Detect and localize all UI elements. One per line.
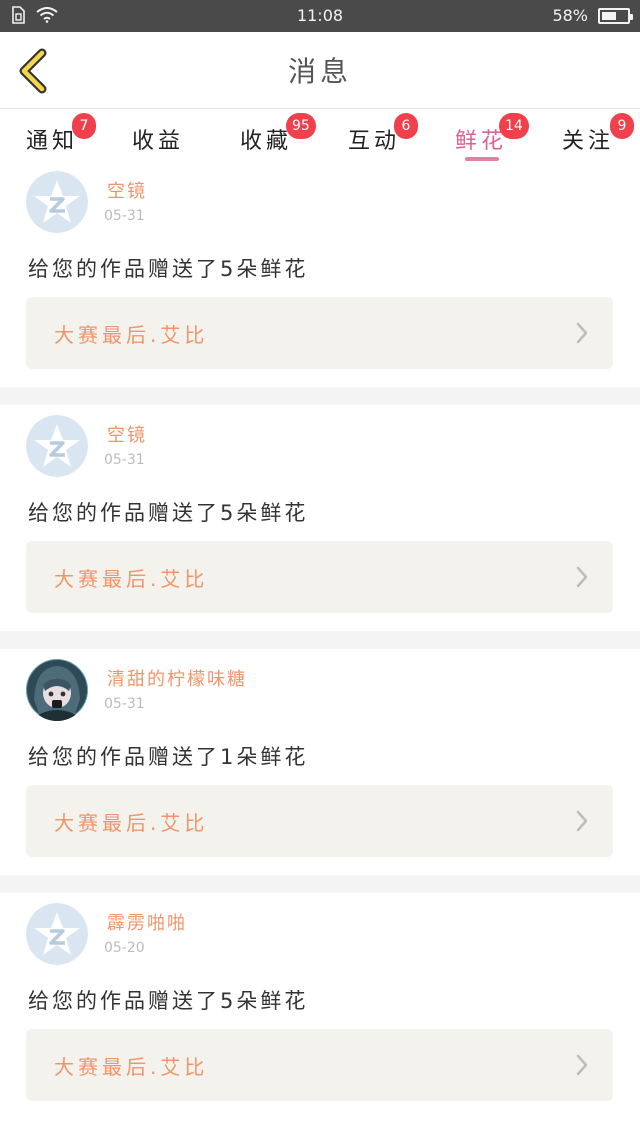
message-text: 给您的作品赠送了5朵鲜花 [28, 989, 309, 1013]
tab-notice[interactable]: 通知 7 [12, 113, 96, 159]
divider [0, 387, 640, 405]
list-item: 霹雳啪啪 05-20 给您的作品赠送了5朵鲜花 大赛最后.艾比 [0, 893, 640, 1119]
default-star-avatar-icon [26, 171, 88, 233]
list-item: 空镜 05-31 给您的作品赠送了5朵鲜花 大赛最后.艾比 [0, 405, 640, 631]
tab-favorites[interactable]: 收藏 95 [226, 113, 316, 159]
tab-badge: 7 [72, 113, 96, 139]
work-title: 大赛最后.艾比 [54, 1055, 209, 1079]
sender-name[interactable]: 空镜 [107, 177, 147, 203]
list-item: 清甜的柠檬味糖 05-31 给您的作品赠送了1朵鲜花 大赛最后.艾比 [0, 649, 640, 875]
tab-badge: 14 [499, 113, 529, 139]
avatar[interactable] [26, 659, 88, 721]
message-feed: 空镜 05-31 给您的作品赠送了5朵鲜花 大赛最后.艾比 空镜 05-31 给… [0, 161, 640, 1119]
battery-icon [598, 7, 633, 24]
work-link[interactable]: 大赛最后.艾比 [26, 541, 613, 613]
tab-income[interactable]: 收益 [118, 119, 198, 159]
work-title: 大赛最后.艾比 [54, 811, 209, 835]
sender-name[interactable]: 霹雳啪啪 [107, 909, 187, 935]
page-title: 消息 [287, 55, 352, 88]
work-title: 大赛最后.艾比 [54, 323, 209, 347]
work-title: 大赛最后.艾比 [54, 567, 209, 591]
tab-flowers[interactable]: 鲜花 14 [441, 113, 529, 161]
work-link[interactable]: 大赛最后.艾比 [26, 785, 613, 857]
default-star-avatar-icon [26, 903, 88, 965]
status-bar: 11:08 58% [0, 0, 640, 32]
default-star-avatar-icon [26, 415, 88, 477]
sender-name[interactable]: 清甜的柠檬味糖 [107, 665, 247, 691]
battery-fill [602, 11, 616, 20]
chevron-right-icon [576, 810, 588, 832]
avatar[interactable] [26, 903, 88, 965]
battery-percent: 58% [552, 6, 588, 25]
tab-badge: 6 [394, 113, 418, 139]
tab-label: 关注 [561, 129, 614, 154]
chevron-right-icon [576, 322, 588, 344]
message-date: 05-31 [104, 452, 145, 468]
avatar[interactable] [26, 171, 88, 233]
app-header: 消息 [0, 32, 640, 109]
message-text: 给您的作品赠送了5朵鲜花 [28, 257, 309, 281]
chevron-right-icon [576, 566, 588, 588]
tab-interaction[interactable]: 互动 6 [334, 113, 418, 159]
work-link[interactable]: 大赛最后.艾比 [26, 297, 613, 369]
divider [0, 631, 640, 649]
tab-bar: 通知 7 收益 收藏 95 互动 6 鲜花 14 关注 9 [0, 109, 640, 161]
message-text: 给您的作品赠送了1朵鲜花 [28, 745, 309, 769]
chevron-right-icon [576, 1054, 588, 1076]
tab-badge: 95 [286, 113, 316, 139]
tab-label: 收益 [131, 129, 184, 154]
divider [0, 875, 640, 893]
work-link[interactable]: 大赛最后.艾比 [26, 1029, 613, 1101]
tab-badge: 9 [610, 113, 634, 139]
sender-name[interactable]: 空镜 [107, 421, 147, 447]
tab-label: 收藏 [239, 129, 292, 154]
tab-label: 互动 [347, 129, 400, 154]
anime-avatar-icon [26, 659, 88, 721]
message-date: 05-31 [104, 208, 145, 224]
message-date: 05-20 [104, 940, 145, 956]
tab-label: 通知 [25, 129, 78, 154]
message-text: 给您的作品赠送了5朵鲜花 [28, 501, 309, 525]
tab-follow[interactable]: 关注 9 [548, 113, 634, 159]
avatar[interactable] [26, 415, 88, 477]
status-time: 11:08 [296, 6, 344, 25]
message-date: 05-31 [104, 696, 145, 712]
list-item: 空镜 05-31 给您的作品赠送了5朵鲜花 大赛最后.艾比 [0, 161, 640, 387]
